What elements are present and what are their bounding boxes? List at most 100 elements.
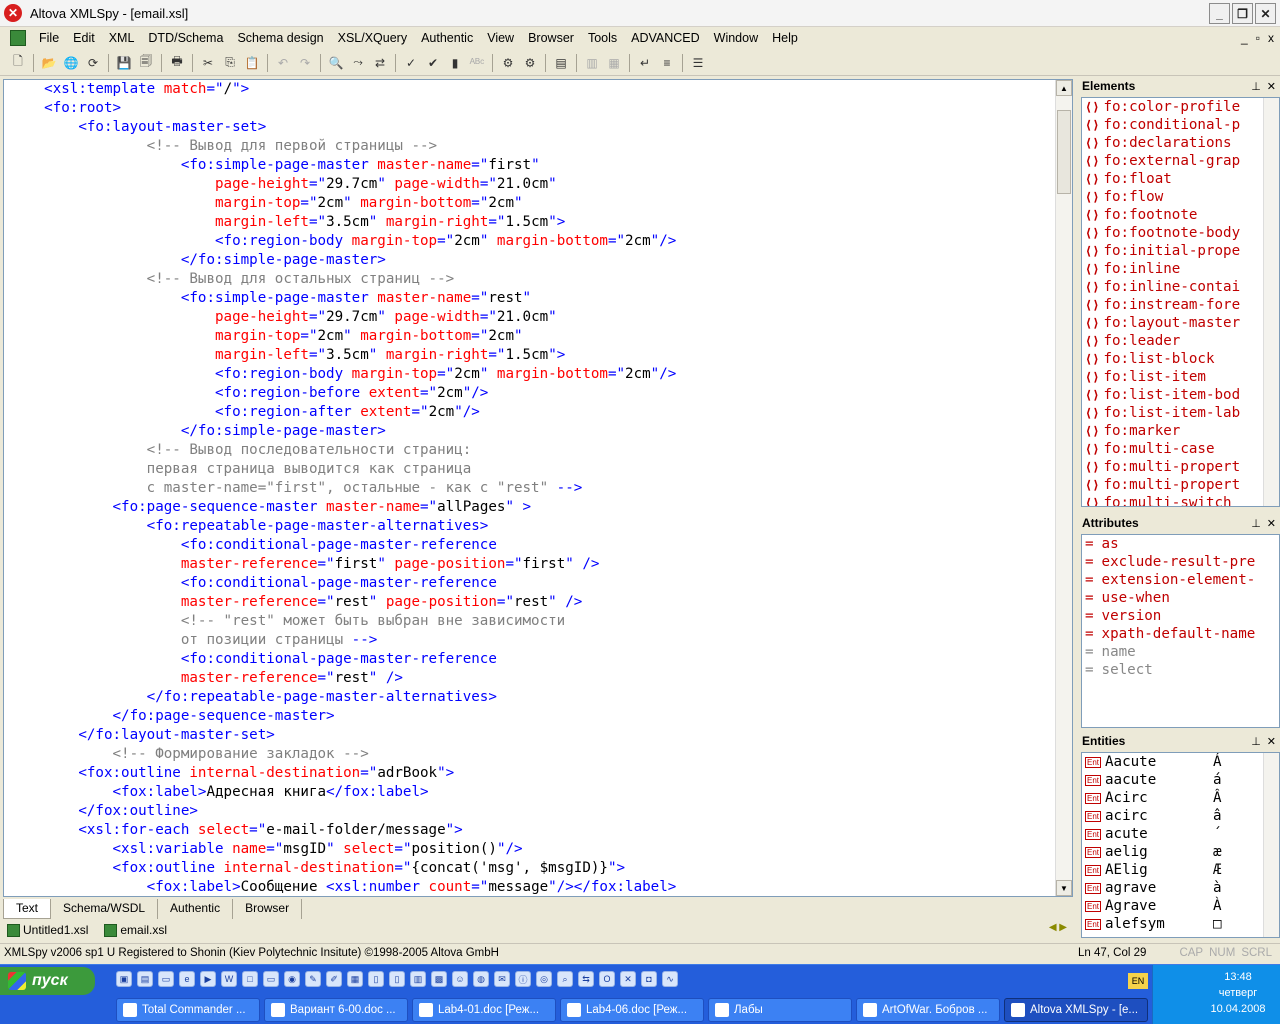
document-menu-icon[interactable] bbox=[10, 30, 26, 46]
notes-icon[interactable]: ▯ bbox=[389, 971, 405, 987]
code-line[interactable]: <xsl:for-each select="e-mail-folder/mess… bbox=[10, 821, 676, 840]
ie-icon[interactable]: e bbox=[179, 971, 195, 987]
paste-icon[interactable]: 📋 bbox=[242, 53, 262, 73]
generate-dtd-icon[interactable]: ▮ bbox=[445, 53, 465, 73]
code-line[interactable]: <fox:outline internal-destination="adrBo… bbox=[10, 764, 676, 783]
code-line[interactable]: </fo:repeatable-page-master-alternatives… bbox=[10, 688, 676, 707]
code-line[interactable]: master-reference="first" page-position="… bbox=[10, 555, 676, 574]
scroll-down-icon[interactable]: ▼ bbox=[1056, 880, 1072, 896]
desktop-icon[interactable]: ▣ bbox=[116, 971, 132, 987]
terminal-icon[interactable]: ▭ bbox=[263, 971, 279, 987]
code-line[interactable]: <!-- "rest" может быть выбран вне зависи… bbox=[10, 612, 676, 631]
open-folder-icon[interactable]: 📂 bbox=[39, 53, 59, 73]
attribute-list-item[interactable]: = select bbox=[1085, 661, 1279, 679]
browser-view-icon[interactable]: ▥ bbox=[582, 53, 602, 73]
image-icon[interactable]: ▩ bbox=[431, 971, 447, 987]
tab-browser[interactable]: Browser bbox=[233, 899, 303, 919]
tool-icon[interactable]: ✎ bbox=[305, 971, 321, 987]
code-line[interactable]: margin-top="2cm" margin-bottom="2cm" bbox=[10, 194, 676, 213]
element-list-item[interactable]: ⟨⟩ fo:list-item bbox=[1085, 368, 1279, 386]
code-line[interactable]: <!-- Вывод для первой страницы --> bbox=[10, 137, 676, 156]
element-list-item[interactable]: ⟨⟩ fo:instream-fore bbox=[1085, 296, 1279, 314]
app-icon[interactable]: ◎ bbox=[536, 971, 552, 987]
entity-list-item[interactable]: Ent alefsym □ bbox=[1085, 915, 1279, 933]
xmlspy-icon[interactable]: ✕ bbox=[620, 971, 636, 987]
doc-tab-email[interactable]: email.xsl bbox=[100, 923, 171, 937]
save-icon[interactable]: ▤ bbox=[137, 971, 153, 987]
new-file-icon[interactable]: 🗋 bbox=[8, 53, 28, 73]
code-line[interactable]: </fox:outline> bbox=[10, 802, 676, 821]
scroll-up-icon[interactable]: ▲ bbox=[1056, 80, 1072, 96]
element-list-item[interactable]: ⟨⟩ fo:conditional-p bbox=[1085, 116, 1279, 134]
menu-browser[interactable]: Browser bbox=[521, 31, 581, 45]
network-icon[interactable]: ⇆ bbox=[578, 971, 594, 987]
menu-dtd-schema[interactable]: DTD/Schema bbox=[141, 31, 230, 45]
code-line[interactable]: master-reference="rest" /> bbox=[10, 669, 676, 688]
entity-list-item[interactable]: Ent Agrave À bbox=[1085, 897, 1279, 915]
element-list-item[interactable]: ⟨⟩ fo:multi-case bbox=[1085, 440, 1279, 458]
taskbar-button[interactable]: Altova XMLSpy - [e... bbox=[1004, 998, 1148, 1022]
taskbar-button[interactable]: ArtOfWar. Бобров ... bbox=[856, 998, 1000, 1022]
menu-xml[interactable]: XML bbox=[102, 31, 142, 45]
menu-window[interactable]: Window bbox=[707, 31, 765, 45]
folder-icon[interactable]: ▭ bbox=[158, 971, 174, 987]
element-list-item[interactable]: ⟨⟩ fo:list-item-bod bbox=[1085, 386, 1279, 404]
element-list-item[interactable]: ⟨⟩ fo:marker bbox=[1085, 422, 1279, 440]
code-line[interactable]: первая страница выводится как страница bbox=[10, 460, 676, 479]
menu-authentic[interactable]: Authentic bbox=[414, 31, 480, 45]
entities-scrollbar[interactable] bbox=[1263, 753, 1279, 937]
element-list-item[interactable]: ⟨⟩ fo:external-grap bbox=[1085, 152, 1279, 170]
element-list-item[interactable]: ⟨⟩ fo:layout-master bbox=[1085, 314, 1279, 332]
code-line[interactable]: <fox:label>Сообщение <xsl:number count="… bbox=[10, 878, 677, 896]
code-line[interactable]: <fo:simple-page-master master-name="rest… bbox=[10, 289, 676, 308]
taskbar-button[interactable]: Total Commander ... bbox=[116, 998, 260, 1022]
reload-icon[interactable]: ⟳ bbox=[83, 53, 103, 73]
element-list-item[interactable]: ⟨⟩ fo:multi-propert bbox=[1085, 476, 1279, 494]
code-line[interactable]: <fo:conditional-page-master-reference bbox=[10, 536, 676, 555]
save-all-icon[interactable]: 🗐 bbox=[136, 53, 156, 73]
entity-list-item[interactable]: Ent AElig Æ bbox=[1085, 861, 1279, 879]
code-line[interactable]: </fo:simple-page-master> bbox=[10, 422, 676, 441]
entity-list-item[interactable]: Ent Aacute Á bbox=[1085, 753, 1279, 771]
code-line[interactable]: </fo:page-sequence-master> bbox=[10, 707, 676, 726]
language-indicator[interactable]: EN bbox=[1128, 973, 1148, 989]
cut-icon[interactable]: ✂ bbox=[198, 53, 218, 73]
code-line[interactable]: <fo:root> bbox=[10, 99, 676, 118]
mail-icon[interactable]: ✉ bbox=[494, 971, 510, 987]
menu-edit[interactable]: Edit bbox=[66, 31, 102, 45]
scroll-thumb[interactable] bbox=[1057, 110, 1071, 194]
doc-tab-untitled1[interactable]: Untitled1.xsl bbox=[3, 923, 92, 937]
winamp-icon[interactable]: W bbox=[221, 971, 237, 987]
info-icon[interactable]: ⓘ bbox=[515, 971, 531, 987]
element-list-item[interactable]: ⟨⟩ fo:inline bbox=[1085, 260, 1279, 278]
code-line[interactable]: margin-left="3.5cm" margin-right="1.5cm"… bbox=[10, 213, 676, 232]
save-icon[interactable]: 💾 bbox=[114, 53, 134, 73]
entity-list-item[interactable]: Ent agrave à bbox=[1085, 879, 1279, 897]
menu-schema-design[interactable]: Schema design bbox=[230, 31, 330, 45]
code-line[interactable]: margin-left="3.5cm" margin-right="1.5cm"… bbox=[10, 346, 676, 365]
panel-close-icon[interactable]: ✕ bbox=[1267, 80, 1276, 93]
code-line[interactable]: <fo:region-body margin-top="2cm" margin-… bbox=[10, 365, 676, 384]
start-button[interactable]: пуск bbox=[0, 967, 95, 995]
calc-icon[interactable]: ▦ bbox=[347, 971, 363, 987]
attribute-list-item[interactable]: = exclude-result-pre bbox=[1085, 553, 1279, 571]
undo-icon[interactable]: ↶ bbox=[273, 53, 293, 73]
element-list-item[interactable]: ⟨⟩ fo:list-block bbox=[1085, 350, 1279, 368]
text-view-icon[interactable]: ▤ bbox=[551, 53, 571, 73]
clock[interactable]: 13:48 четверг 10.04.2008 bbox=[1203, 969, 1273, 1017]
code-line[interactable]: <!-- Вывод последовательности страниц: bbox=[10, 441, 676, 460]
code-line[interactable]: </fo:layout-master-set> bbox=[10, 726, 676, 745]
pin-icon[interactable]: ⊥ bbox=[1251, 735, 1261, 748]
doc-icon[interactable]: ▯ bbox=[368, 971, 384, 987]
minimize-button[interactable]: _ bbox=[1209, 3, 1230, 24]
mdi-close-button[interactable]: x bbox=[1268, 31, 1274, 45]
globe-icon[interactable]: ◍ bbox=[473, 971, 489, 987]
pin-icon[interactable]: ⊥ bbox=[1251, 80, 1261, 93]
code-line[interactable]: master-reference="rest" page-position="r… bbox=[10, 593, 676, 612]
entity-list-item[interactable]: Ent aacute á bbox=[1085, 771, 1279, 789]
code-line[interactable]: <fo:simple-page-master master-name="firs… bbox=[10, 156, 676, 175]
element-list-item[interactable]: ⟨⟩ fo:inline-contai bbox=[1085, 278, 1279, 296]
search-icon[interactable]: ⌕ bbox=[557, 971, 573, 987]
entity-list-item[interactable]: Ent acirc â bbox=[1085, 807, 1279, 825]
code-line[interactable]: с master-name="first", остальные - как с… bbox=[10, 479, 676, 498]
